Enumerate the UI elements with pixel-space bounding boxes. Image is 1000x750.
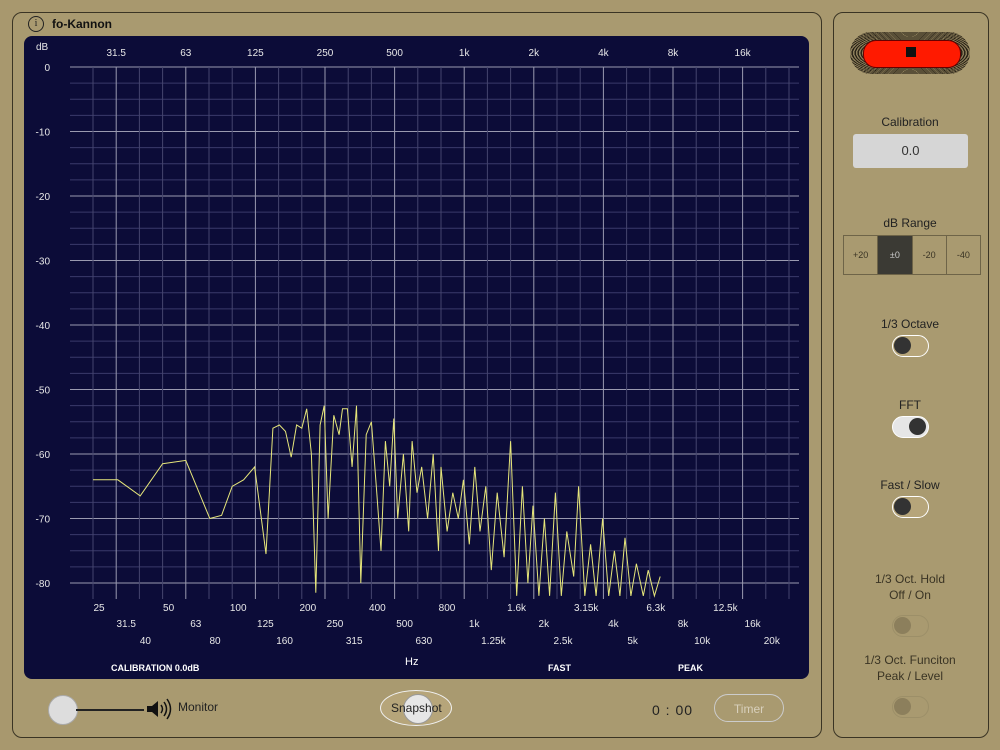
timer-button[interactable]: Timer xyxy=(714,694,784,722)
toggle-knob xyxy=(894,498,911,515)
top-tick-label: 31.5 xyxy=(106,48,126,59)
x-tick-label: 500 xyxy=(396,619,413,630)
calibration-label: Calibration xyxy=(881,115,939,129)
x-tick-label: 160 xyxy=(276,636,293,647)
calibration-status: CALIBRATION 0.0dB xyxy=(111,663,200,673)
toggle-knob xyxy=(909,418,926,435)
x-tick-label: 4k xyxy=(608,619,620,630)
x-tick-label: 800 xyxy=(439,603,456,614)
function-toggle[interactable] xyxy=(892,696,929,718)
speaker-icon xyxy=(147,698,172,720)
y-tick-label: -10 xyxy=(36,128,51,139)
x-tick-label: 315 xyxy=(346,636,363,647)
db-range-minus20[interactable]: -20 xyxy=(913,236,947,274)
x-tick-label: 25 xyxy=(93,603,105,614)
top-tick-label: 500 xyxy=(386,48,403,59)
octave-label: 1/3 Octave xyxy=(880,317,940,331)
x-tick-label: 63 xyxy=(190,619,202,630)
db-range-label: dB Range xyxy=(883,216,937,230)
db-range-minus40[interactable]: -40 xyxy=(947,236,980,274)
y-tick-label: -70 xyxy=(36,515,51,526)
y-tick-label: -80 xyxy=(36,579,51,590)
calibration-field[interactable]: 0.0 xyxy=(853,134,968,168)
x-tick-label: 1.6k xyxy=(507,603,527,614)
y-tick-label: -30 xyxy=(36,257,51,268)
x-tick-label: 20k xyxy=(764,636,781,647)
x-tick-label: 2k xyxy=(539,619,551,630)
x-tick-label: 50 xyxy=(163,603,175,614)
hold-toggle[interactable] xyxy=(892,615,929,637)
top-tick-label: 2k xyxy=(529,48,541,59)
x-tick-label: 200 xyxy=(299,603,316,614)
toggle-knob xyxy=(894,698,911,715)
fast-slow-toggle[interactable] xyxy=(892,496,929,518)
x-tick-label: 16k xyxy=(745,619,762,630)
stop-icon xyxy=(906,47,916,57)
y-axis-unit: dB xyxy=(36,42,49,53)
x-tick-label: 125 xyxy=(257,619,274,630)
x-tick-label: 250 xyxy=(327,619,344,630)
x-tick-label: 8k xyxy=(678,619,690,630)
fft-toggle[interactable] xyxy=(892,416,929,438)
top-tick-label: 125 xyxy=(247,48,264,59)
info-icon[interactable]: i xyxy=(28,16,44,32)
y-tick-label: -40 xyxy=(36,321,51,332)
monitor-label: Monitor xyxy=(178,700,219,714)
monitor-volume-track[interactable] xyxy=(76,709,144,711)
x-tick-label: 31.5 xyxy=(116,619,136,630)
hold-label-line1: 1/3 Oct. Hold xyxy=(874,572,946,586)
octave-toggle[interactable] xyxy=(892,335,929,357)
x-tick-label: 400 xyxy=(369,603,386,614)
db-range-plus20[interactable]: +20 xyxy=(844,236,879,274)
snapshot-label: Snapshot xyxy=(391,701,442,715)
x-tick-label: 2.5k xyxy=(554,636,574,647)
top-tick-label: 1k xyxy=(459,48,471,59)
spectrum-screen: 0 -10 -20 -30 -40 -50 -60 -70 -80 dB 31.5 63 125 250 5… xyxy=(24,36,809,679)
db-range-zero[interactable]: ±0 xyxy=(878,236,913,274)
y-tick-label: -50 xyxy=(36,386,51,397)
x-tick-label: 630 xyxy=(415,636,432,647)
top-tick-label: 8k xyxy=(668,48,680,59)
spectrum-chart: 0 -10 -20 -30 -40 -50 -60 -70 -80 dB 31.5 63 125 250 5… xyxy=(36,42,799,647)
x-tick-label: 100 xyxy=(230,603,247,614)
x-tick-label: 1.25k xyxy=(481,636,506,647)
speed-status: FAST xyxy=(548,663,572,673)
monitor-volume-knob[interactable] xyxy=(48,695,78,725)
x-tick-label: 1k xyxy=(469,619,481,630)
function-label-line1: 1/3 Oct. Funciton xyxy=(864,653,956,667)
y-tick-label: -60 xyxy=(36,450,51,461)
x-tick-label: 12.5k xyxy=(713,603,738,614)
top-tick-label: 250 xyxy=(317,48,334,59)
x-axis-unit: Hz xyxy=(405,656,419,668)
db-range-segmented: +20 ±0 -20 -40 xyxy=(843,235,981,275)
x-tick-label: 5k xyxy=(627,636,639,647)
y-tick-label: -20 xyxy=(36,192,51,203)
elapsed-time: 0 : 00 xyxy=(652,702,694,718)
function-label-line2: Peak / Level xyxy=(876,669,944,683)
fft-label: FFT xyxy=(899,398,921,412)
top-tick-label: 16k xyxy=(735,48,752,59)
hold-label-line2: Off / On xyxy=(889,588,931,602)
x-tick-label: 6.3k xyxy=(646,603,666,614)
x-tick-label: 10k xyxy=(694,636,711,647)
x-tick-label: 3.15k xyxy=(574,603,599,614)
toggle-knob xyxy=(894,337,911,354)
toggle-knob xyxy=(894,617,911,634)
x-tick-label: 40 xyxy=(140,636,152,647)
top-tick-label: 4k xyxy=(598,48,610,59)
x-tick-label: 80 xyxy=(209,636,221,647)
app-title: fo-Kannon xyxy=(52,17,112,31)
y-tick-label: 0 xyxy=(44,63,50,74)
top-tick-label: 63 xyxy=(180,48,192,59)
fast-slow-label: Fast / Slow xyxy=(880,478,940,492)
mode-status: PEAK xyxy=(678,663,704,673)
